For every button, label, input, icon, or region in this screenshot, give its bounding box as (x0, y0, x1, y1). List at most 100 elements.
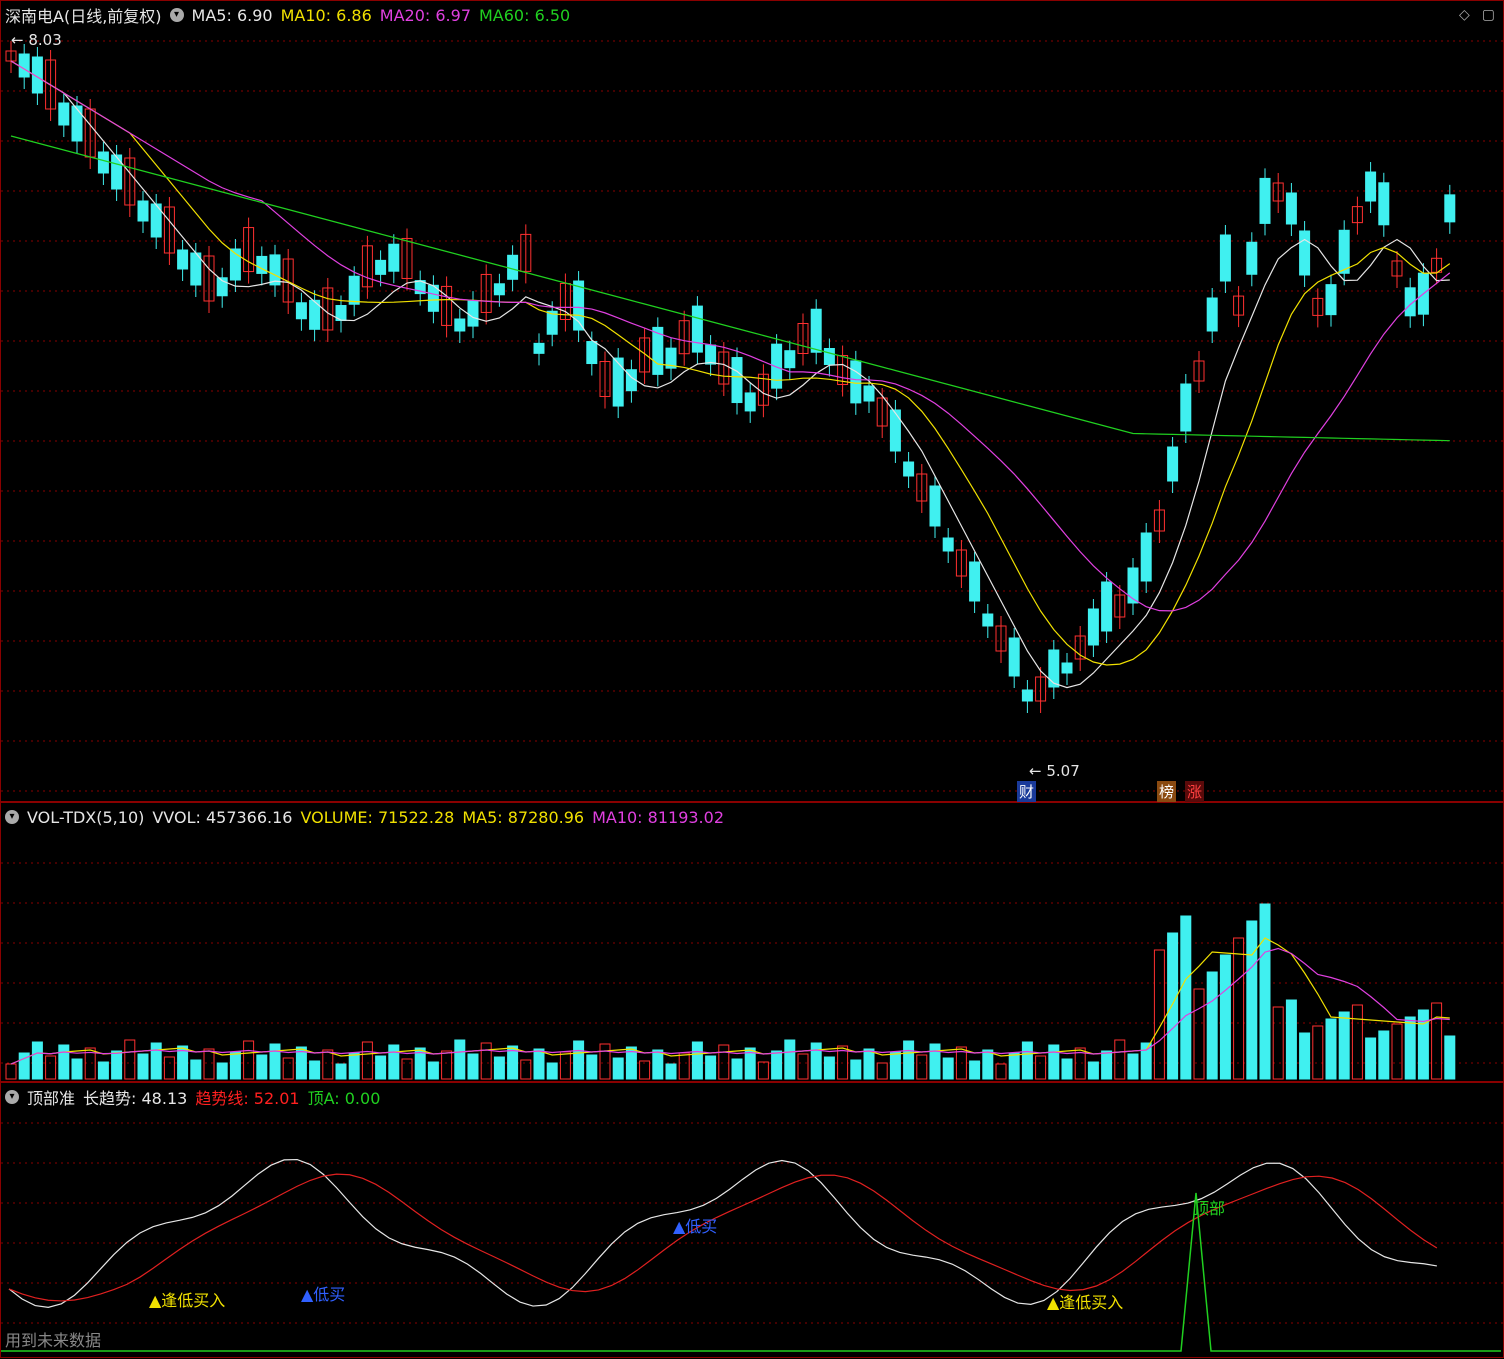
vol-ma10-value: MA10: 81193.02 (592, 807, 724, 827)
low-price-label: ← 5.07 (1029, 762, 1080, 780)
candle-body (18, 53, 30, 78)
volume-bar (612, 1057, 624, 1080)
volume-bar (1114, 1039, 1126, 1080)
candle-body (1325, 284, 1337, 316)
volume-chart[interactable] (1, 803, 1504, 1083)
candle-body (71, 105, 83, 142)
candle-body (850, 360, 862, 404)
candle-body (969, 561, 981, 602)
volume-bar (797, 1053, 809, 1080)
volume-bar (1167, 932, 1179, 1080)
candle-body (467, 300, 479, 327)
volume-bar (1153, 949, 1165, 1080)
candle-body (348, 275, 360, 305)
indicator-name[interactable]: 顶部准 (27, 1085, 75, 1109)
volume-bar (1338, 1011, 1350, 1080)
candle-body (705, 344, 717, 365)
volume-bar (1404, 1016, 1416, 1080)
volume-panel[interactable]: ▾ VOL-TDX(5,10) VVOL: 457366.16 VOLUME: … (0, 802, 1504, 1082)
volume-bar (810, 1042, 822, 1080)
candle-body (982, 613, 994, 627)
candle-body (269, 254, 281, 286)
volume-value: VOLUME: 71522.28 (300, 807, 455, 827)
ma5-line (10, 60, 1450, 689)
candlestick-chart[interactable] (1, 1, 1504, 803)
volume-bar (691, 1041, 703, 1080)
top-a-line (1, 1192, 1501, 1352)
volume-bar (731, 1058, 743, 1080)
volume-bar (1325, 1018, 1337, 1080)
volume-bar (1193, 988, 1205, 1080)
ma20-value: MA20: 6.97 (379, 5, 471, 25)
candle-body (375, 259, 387, 275)
candle-body (1246, 241, 1258, 275)
candle-body (731, 357, 743, 404)
volume-bar (1008, 1052, 1020, 1080)
candle-body (1180, 383, 1192, 432)
volume-bar (1299, 1032, 1311, 1080)
vol-indicator-name[interactable]: VOL-TDX(5,10) (27, 808, 144, 827)
candle-body (1048, 649, 1060, 688)
future-data-note: 用到未来数据 (5, 1331, 102, 1350)
indicator-chart[interactable] (1, 1083, 1504, 1359)
volume-bar (850, 1059, 862, 1080)
volume-bar (163, 1056, 175, 1080)
volume-bar (1233, 937, 1245, 1080)
settings-circle-icon[interactable]: ▾ (169, 8, 184, 22)
candle-body (177, 249, 189, 270)
limit-up-tag[interactable]: 涨 (1185, 781, 1205, 802)
vvol-value: VVOL: 457366.16 (152, 807, 293, 827)
volume-bar (216, 1062, 228, 1080)
volume-bar (309, 1060, 321, 1080)
candle-body (97, 151, 109, 174)
volume-bar (559, 1051, 571, 1080)
volume-bar (1061, 1058, 1073, 1080)
ranking-tag[interactable]: 榜 (1157, 781, 1177, 802)
volume-bar (229, 1051, 241, 1080)
volume-bar (441, 1050, 453, 1080)
volume-bar (269, 1043, 281, 1080)
candle-body (388, 243, 400, 272)
candle-body (533, 342, 545, 354)
candle-body (1206, 297, 1218, 332)
volume-bar (256, 1054, 268, 1080)
settings-circle-icon[interactable]: ▾ (5, 1090, 19, 1104)
volume-bar (678, 1052, 690, 1080)
low-buy-signal-1: ▲低买 (301, 1285, 346, 1304)
diamond-icon[interactable]: ◇ (1459, 7, 1470, 23)
volume-bar (1272, 1006, 1284, 1080)
stock-title[interactable]: 深南电A(日线,前复权) (5, 3, 162, 27)
volume-bar (889, 1051, 901, 1080)
volume-bar (1035, 1055, 1047, 1080)
volume-bar (1351, 1004, 1363, 1080)
price-panel[interactable]: 深南电A(日线,前复权) ▾ MA5: 6.90 MA10: 6.86 MA20… (0, 0, 1504, 802)
candle-body (493, 283, 505, 296)
volume-bar (467, 1053, 479, 1080)
volume-bar (348, 1052, 360, 1080)
candle-body (1061, 662, 1073, 674)
long-trend-line (8, 1158, 1437, 1308)
candle-body (1285, 192, 1297, 225)
indicator-panel[interactable]: ▾ 顶部准 长趋势: 48.13 趋势线: 52.01 顶A: 0.00 ▲逢低… (0, 1082, 1504, 1358)
volume-bar (586, 1054, 598, 1080)
candle-body (744, 392, 756, 412)
volume-bar (1391, 1023, 1403, 1080)
candle-body (1444, 194, 1456, 223)
window-icon[interactable]: ▢ (1482, 7, 1495, 23)
candle-body (1101, 581, 1113, 632)
volume-bar (97, 1061, 109, 1080)
candle-body (1365, 171, 1377, 202)
finance-tag[interactable]: 财 (1017, 781, 1037, 802)
volume-bar (876, 1062, 888, 1080)
volume-header: ▾ VOL-TDX(5,10) VVOL: 457366.16 VOLUME: … (5, 807, 724, 827)
volume-bar (480, 1042, 492, 1080)
volume-bar (573, 1040, 585, 1080)
volume-bar (45, 1055, 57, 1080)
settings-circle-icon[interactable]: ▾ (5, 810, 19, 824)
volume-bar (1378, 1030, 1390, 1080)
ma10-line (10, 60, 1451, 666)
candle-body (863, 385, 875, 402)
candle-body (1167, 446, 1179, 482)
low-price-value: 5.07 (1046, 762, 1080, 780)
trend-line (8, 1173, 1438, 1302)
